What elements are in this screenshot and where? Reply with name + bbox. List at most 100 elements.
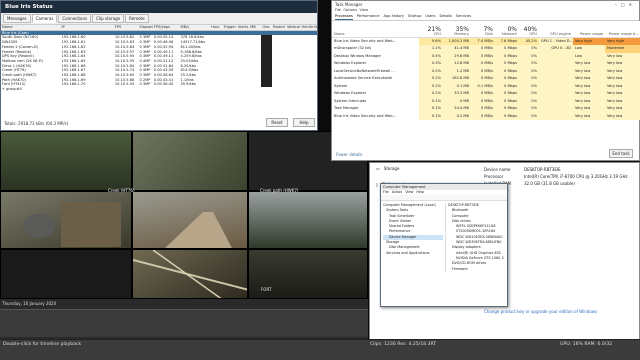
menu-file[interactable]: File bbox=[335, 8, 341, 12]
process-mem-cell: 162.8 MB bbox=[443, 75, 471, 83]
status-bar: Double-click for timeline playback Clips… bbox=[0, 339, 640, 360]
process-row[interactable]: Windows Explorer 0.3% 12.8 MB 0 MB/s 0 Mbps 0… bbox=[332, 60, 640, 68]
process-row[interactable]: mDnsrsppler (32 bit) 1.1% 41.4 MB 0 MB/s 0 M… bbox=[332, 45, 640, 53]
tm-col-header[interactable]: Power usage bbox=[573, 21, 605, 38]
tab-clip-storage[interactable]: Clip storage bbox=[92, 14, 125, 23]
tm-col-header[interactable]: 7% Disk bbox=[471, 21, 495, 38]
process-eng-cell: GPU 1 - Video D... bbox=[539, 37, 573, 45]
cm-menu-file[interactable]: File bbox=[383, 190, 389, 195]
tab-app-history[interactable]: App history bbox=[384, 14, 405, 20]
process-gpu-cell: 0% bbox=[519, 82, 539, 90]
process-row[interactable]: Antimalware Service Executable 0.2% 162.8 … bbox=[332, 75, 640, 83]
process-disk-cell: 7.4 MB/s bbox=[471, 37, 495, 45]
tm-col-header[interactable]: Name bbox=[332, 21, 419, 38]
tab-performance[interactable]: Performance bbox=[357, 14, 380, 20]
process-pwr-cell: Low bbox=[573, 52, 605, 60]
process-cpu-cell: 0.1% bbox=[419, 112, 443, 120]
camera-tile-creek[interactable] bbox=[0, 191, 132, 249]
tab-details[interactable]: Details bbox=[439, 14, 451, 20]
process-cpu-cell: 0.1% bbox=[419, 97, 443, 105]
tab-users[interactable]: Users bbox=[425, 14, 435, 20]
processor-value: Intel(R) Core(TM) i7-8700 CPU @ 3.20GHz … bbox=[524, 174, 628, 179]
tm-col-header[interactable]: 21% CPU bbox=[419, 21, 443, 38]
camera-tile-2[interactable] bbox=[132, 131, 248, 191]
tab-messages[interactable]: Messages bbox=[3, 14, 31, 23]
process-eng-cell bbox=[539, 112, 573, 120]
process-disk-cell: 0 MB/s bbox=[471, 105, 495, 113]
tm-col-header[interactable]: 40% GPU bbox=[519, 21, 539, 38]
reset-button[interactable]: Reset bbox=[266, 118, 288, 127]
device-item[interactable]: Firmware bbox=[448, 267, 507, 272]
process-row[interactable]: Task Manager 0.1% 24.4 MB 0 MB/s 0 Mbps 0% Ver… bbox=[332, 105, 640, 113]
fewer-details-link[interactable]: Fewer details bbox=[336, 152, 363, 157]
bi-col-header[interactable]: Posted bbox=[271, 25, 287, 31]
process-row[interactable]: Desktop Window Manager 0.5% 29.8 MB 0 MB/s 0… bbox=[332, 52, 640, 60]
tablet-icon: ▯ bbox=[376, 182, 379, 187]
bi-col-header[interactable]: Alerts bbox=[236, 25, 250, 31]
camera-tile-7[interactable] bbox=[0, 249, 132, 299]
tm-header-label: Disk bbox=[485, 31, 493, 36]
tm-col-header[interactable]: GPU engine bbox=[539, 21, 573, 38]
process-row[interactable]: Blue Iris Video Security and Web... 9.6% 1… bbox=[332, 37, 640, 45]
menu-view[interactable]: View bbox=[359, 8, 368, 12]
process-mem-cell: 0.2 MB bbox=[443, 112, 471, 120]
close-icon[interactable]: ✕ bbox=[629, 2, 636, 7]
process-row[interactable]: System interrupts 0.1% 0 MB 0 MB/s 0 Mbps 0% V… bbox=[332, 97, 640, 105]
process-tr-cell: Very high bbox=[605, 37, 640, 45]
storage-item[interactable]: ▭ Storage bbox=[376, 166, 399, 171]
process-gpu-cell: 0% bbox=[519, 90, 539, 98]
timeline-date: Thursday, 16 January 2020 bbox=[2, 301, 57, 306]
camera-row[interactable]: + group#0 bbox=[1, 87, 317, 92]
tm-col-header[interactable]: 0% Network bbox=[495, 21, 519, 38]
end-task-button[interactable]: End task bbox=[609, 149, 633, 158]
tm-col-header[interactable]: Power usage tr... bbox=[605, 21, 640, 38]
camera-tile-6[interactable] bbox=[248, 191, 368, 249]
bi-col-header[interactable]: HeldUnfo bbox=[300, 25, 317, 31]
bi-col-header[interactable]: Webcall bbox=[286, 25, 301, 31]
cm-menu-action[interactable]: Action bbox=[392, 190, 403, 195]
camera-tile-8[interactable] bbox=[132, 249, 248, 299]
help-button[interactable]: Help bbox=[293, 118, 315, 127]
process-row[interactable]: Blue Iris Video Security and Web... 0.1% 0… bbox=[332, 112, 640, 120]
processor-key: Processor bbox=[484, 174, 504, 179]
timeline[interactable]: Thursday, 16 January 2020 bbox=[0, 299, 368, 339]
process-row[interactable]: System 0.2% 0.1 MB 0.1 MB/s 0 Mbps 0% Very low… bbox=[332, 82, 640, 90]
camera-tile-1[interactable] bbox=[0, 131, 132, 191]
blueiris-status-window: Blue Iris Status Messages Cameras Connec… bbox=[0, 0, 318, 131]
camera-tile-fort[interactable]: FORT bbox=[248, 249, 368, 299]
menu-options[interactable]: Options bbox=[343, 8, 357, 12]
bi-col-header[interactable]: Trigger bbox=[222, 25, 237, 31]
maximize-icon[interactable]: □ bbox=[621, 2, 629, 7]
tab-connections[interactable]: Connections bbox=[58, 14, 92, 23]
camera-cell bbox=[223, 87, 237, 92]
cm-tree-item[interactable]: Services and Applications bbox=[383, 251, 443, 256]
process-tr-cell: Very low bbox=[605, 67, 640, 75]
process-pwr-cell: Very low bbox=[573, 112, 605, 120]
process-pwr-cell: Very low bbox=[573, 60, 605, 68]
activation-link[interactable]: Change product key or upgrade your editi… bbox=[484, 309, 597, 314]
tab-cameras[interactable]: Cameras bbox=[31, 14, 58, 23]
process-gpu-cell: 0% bbox=[519, 67, 539, 75]
cm-menu-view[interactable]: View bbox=[405, 190, 413, 195]
task-manager-title: Task Manager bbox=[335, 2, 363, 7]
task-manager-tabs: Processes Performance App history Startu… bbox=[332, 14, 639, 21]
process-tr-cell: Very low bbox=[605, 52, 640, 60]
process-name-cell: Blue Iris Video Security and Web... bbox=[334, 113, 396, 118]
tab-processes[interactable]: Processes bbox=[335, 14, 353, 20]
process-net-cell: 0 Mbps bbox=[495, 90, 519, 98]
timeline-track[interactable] bbox=[0, 309, 368, 337]
camera-tile-creek-path[interactable] bbox=[132, 191, 248, 249]
tm-col-header[interactable]: 35% Memory bbox=[443, 21, 471, 38]
tab-remote[interactable]: Remote bbox=[125, 14, 149, 23]
process-mem-cell: 1,000.2 MB bbox=[443, 37, 471, 45]
cm-menu-help[interactable]: Help bbox=[416, 190, 424, 195]
process-tr-cell: Very low bbox=[605, 75, 640, 83]
bi-col-header[interactable]: Elapsed bbox=[138, 25, 153, 31]
process-row[interactable]: LocalServiceNoNetworkFirewall ... 0.2% 1.2… bbox=[332, 67, 640, 75]
tab-startup[interactable]: Startup bbox=[408, 14, 421, 20]
process-row[interactable]: Windows Explorer 0.2% 33.3 MB 0 MB/s 0 Mbps 0… bbox=[332, 90, 640, 98]
task-manager-titlebar: Task Manager –□✕ bbox=[332, 1, 639, 8]
creek-scene bbox=[23, 202, 121, 247]
camera-cell bbox=[61, 87, 110, 92]
tab-services[interactable]: Services bbox=[456, 14, 471, 20]
